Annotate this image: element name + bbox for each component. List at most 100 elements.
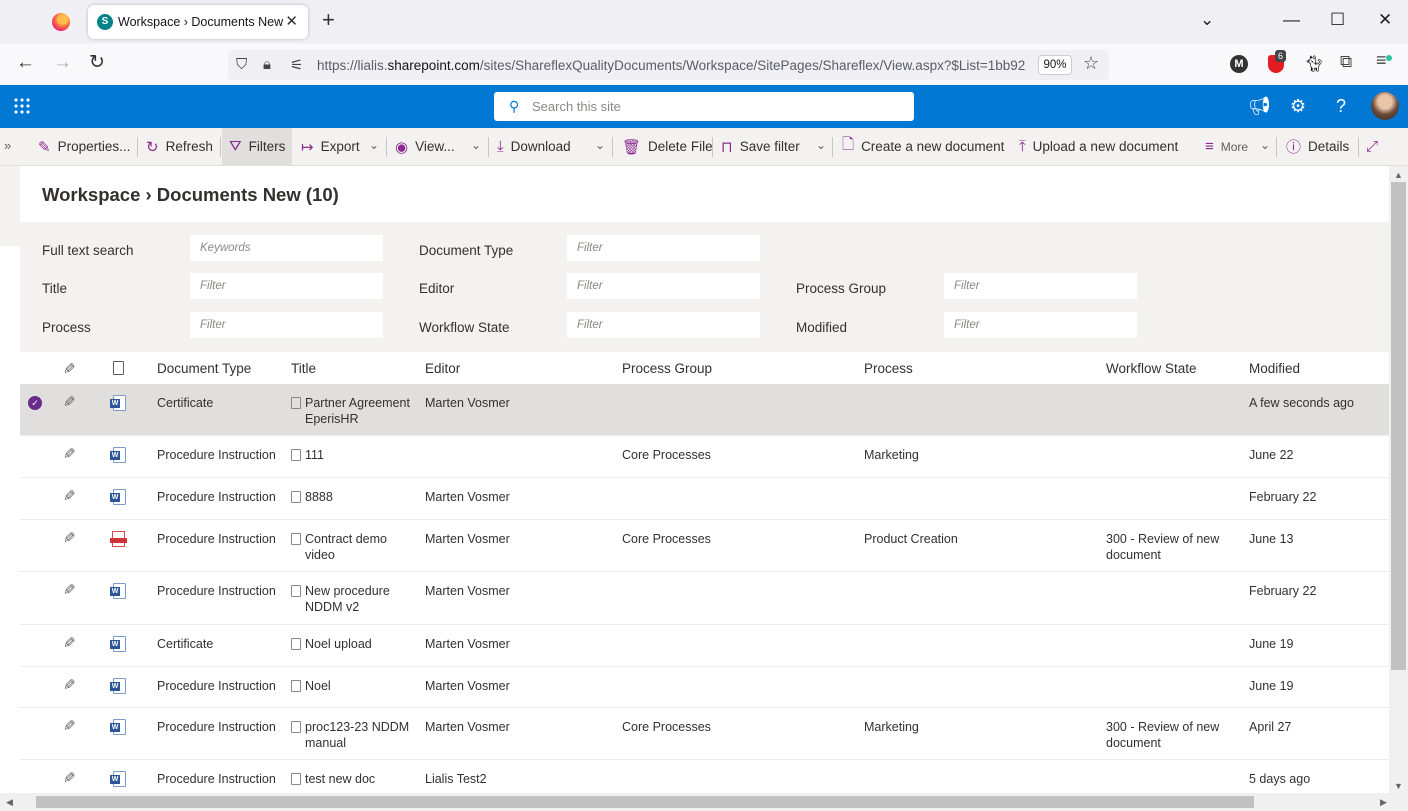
table-row[interactable]: ✎ W Procedure Instruction 8888 Marten Vosmer… [20,478,1389,520]
more-chevron-down-icon[interactable]: ⌄ [1260,138,1270,152]
edit-pencil-icon[interactable]: ✎ [63,487,76,505]
extension-m-icon[interactable]: M [1230,55,1248,73]
save-filter-button[interactable]: ⊓ Save filter [721,128,800,165]
vertical-scrollbar-thumb[interactable] [1391,182,1406,670]
browser-tab-active[interactable]: S Workspace › Documents New ✕ [88,5,308,39]
edit-pencil-icon[interactable]: ✎ [63,393,76,411]
site-search-input[interactable] [532,96,902,117]
zoom-level[interactable]: 90% [1038,55,1072,75]
scroll-up-arrow-icon[interactable]: ▲ [1394,170,1403,180]
save-filter-chevron-down-icon[interactable]: ⌄ [816,138,826,152]
word-file-icon[interactable]: W [110,636,127,652]
cell-title[interactable]: test new doc [291,771,416,787]
tab-close-icon[interactable]: ✕ [285,12,298,30]
firefox-icon[interactable] [52,13,70,31]
url-text[interactable]: https://lialis.sharepoint.com/sites/Shar… [317,58,1029,73]
permissions-icon[interactable]: ⚟ [290,56,303,74]
help-icon[interactable]: ? [1336,96,1346,117]
table-row[interactable]: ✎ W Certificate Noel upload Marten Vosmer Jun… [20,625,1389,667]
table-row[interactable]: ✓ ✎ W Certificate Partner Agreement EperisHR… [20,384,1389,436]
settings-gear-icon[interactable]: ⚙ [1290,96,1306,117]
workflow-state-filter-input[interactable] [567,312,760,338]
process-filter-input[interactable] [190,312,383,338]
app-launcher-icon[interactable] [13,97,31,115]
column-header-process-group[interactable]: Process Group [622,361,712,376]
minimize-icon[interactable]: — [1283,10,1300,30]
scroll-right-arrow-icon[interactable]: ▶ [1380,797,1387,808]
cell-title[interactable]: New procedure NDDM v2 [291,583,416,615]
word-file-icon[interactable]: W [110,678,127,694]
window-close-icon[interactable]: ✕ [1378,10,1392,30]
table-row[interactable]: ✎ Procedure Instruction Contract demo vide… [20,520,1389,572]
horizontal-scrollbar-thumb[interactable] [36,796,1254,808]
edit-pencil-icon[interactable]: ✎ [63,634,76,652]
cell-title[interactable]: Noel [291,678,416,694]
create-new-document-button[interactable]: 🗋︎ Create a new document [842,128,1004,165]
edit-pencil-icon[interactable]: ✎ [63,581,76,599]
fullscreen-button[interactable]: ⤢ [1366,128,1385,165]
extension-cat-icon[interactable]: 🐈︎ [1304,54,1324,74]
feedback-megaphone-icon[interactable]: 📢︎ [1248,96,1271,117]
table-row[interactable]: ✎ W Procedure Instruction Noel Marten Vosmer… [20,667,1389,708]
bookmark-star-icon[interactable]: ☆ [1083,53,1099,74]
user-avatar[interactable] [1371,92,1399,120]
editor-filter-input[interactable] [567,273,760,299]
column-header-document-type[interactable]: Document Type [157,361,251,376]
title-filter-input[interactable] [190,273,383,299]
upload-new-document-button[interactable]: ⤒ Upload a new document [1019,128,1178,165]
download-button[interactable]: ⤓ Download [497,128,571,165]
word-file-icon[interactable]: W [110,719,127,735]
word-file-icon[interactable]: W [110,489,127,505]
document-type-filter-input[interactable] [567,235,760,261]
cell-title[interactable]: 111 [291,447,416,463]
word-file-icon[interactable]: W [110,395,127,411]
forward-arrow-icon[interactable]: → [53,53,72,73]
edit-pencil-icon[interactable]: ✎ [63,529,76,547]
word-file-icon[interactable]: W [110,771,127,787]
site-search-box[interactable]: ⚲ [494,92,914,121]
view-chevron-down-icon[interactable]: ⌄ [471,138,481,152]
details-button[interactable]: ⓘ Details [1286,128,1349,165]
export-button[interactable]: ↦ Export [301,128,360,165]
refresh-button[interactable]: ↻ Refresh [146,128,213,165]
maximize-icon[interactable]: ☐ [1330,10,1345,30]
view-button[interactable]: ◉ View... [395,128,455,165]
edit-pencil-icon[interactable]: ✎ [63,769,76,787]
process-group-filter-input[interactable] [944,273,1137,299]
scroll-down-arrow-icon[interactable]: ▼ [1394,781,1403,791]
new-tab-button[interactable]: + [322,9,335,31]
extensions-puzzle-icon[interactable]: ⧉ [1340,52,1352,72]
edit-pencil-icon[interactable]: ✎ [63,717,76,735]
table-row[interactable]: ✎ W Procedure Instruction proc123-23 NDDM m… [20,708,1389,760]
row-selected-check-icon[interactable]: ✓ [28,396,42,410]
column-header-process[interactable]: Process [864,361,913,376]
edit-pencil-icon[interactable]: ✎ [63,445,76,463]
modified-filter-input[interactable] [944,312,1137,338]
word-file-icon[interactable]: W [110,447,127,463]
tracking-shield-icon[interactable]: ⛉ [236,56,247,73]
delete-file-button[interactable]: 🗑︎ Delete File [622,128,713,165]
word-file-icon[interactable]: W [110,583,127,599]
column-header-editor[interactable]: Editor [425,361,460,376]
properties-button[interactable]: ✎ Properties... [38,128,130,165]
download-chevron-down-icon[interactable]: ⌄ [595,138,605,152]
list-all-tabs-icon[interactable]: ⌄ [1200,10,1214,30]
edit-pencil-icon[interactable]: ✎ [63,676,76,694]
cell-title[interactable]: Partner Agreement EperisHR [291,395,416,427]
padlock-icon[interactable]: 🔒︎ [263,56,271,73]
export-chevron-down-icon[interactable]: ⌄ [369,138,379,152]
app-menu-icon[interactable]: ≡ [1376,50,1387,71]
column-header-title[interactable]: Title [291,361,316,376]
column-header-workflow-state[interactable]: Workflow State [1106,361,1197,376]
column-header-modified[interactable]: Modified [1249,361,1300,376]
table-row[interactable]: ✎ W Procedure Instruction New procedure NDD… [20,572,1389,625]
pdf-file-icon[interactable] [110,531,127,547]
back-arrow-icon[interactable]: ← [16,53,35,73]
scroll-left-arrow-icon[interactable]: ◀ [6,797,13,808]
table-row[interactable]: ✎ W Procedure Instruction 111 Core Processes… [20,436,1389,478]
filters-button[interactable]: ⛛ Filters [222,128,292,165]
expand-nav-icon[interactable]: » [4,138,11,153]
more-button[interactable]: ≡ More [1205,128,1248,165]
url-bar[interactable]: ⛉ 🔒︎ ⚟ https://lialis.sharepoint.com/sit… [228,50,1109,80]
cell-title[interactable]: Noel upload [291,636,416,652]
